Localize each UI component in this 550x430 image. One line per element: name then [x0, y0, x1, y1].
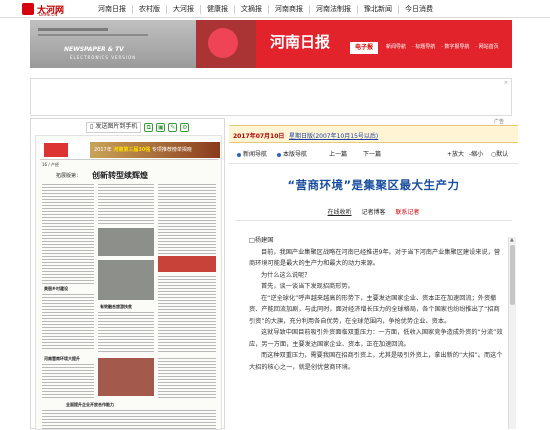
- paper-caption-3: 河南营商环境大提升: [44, 356, 80, 361]
- scrollbar-thumb[interactable]: [510, 245, 515, 305]
- paper-header-ad: 2017年 河南第三届30强 专项推荐榜单揭晓: [90, 142, 220, 158]
- nav-link-health[interactable]: 健康报: [200, 4, 234, 14]
- nav-link-rural[interactable]: 农村版: [132, 4, 166, 14]
- paper-caption-2: 有效融合旅游扶贫: [100, 304, 132, 309]
- site-logo[interactable]: 大河网 DAHE.CN: [22, 2, 64, 17]
- banner-emblem: [196, 20, 256, 68]
- news-nav-link[interactable]: 新闻导航: [237, 149, 267, 158]
- send-to-phone-button[interactable]: ▯ 发送图片到手机: [86, 121, 142, 133]
- top-nav-bar: 大河网 DAHE.CN 河南日报 农村版 大河报 健康报 文摘报 河南商报 河南…: [0, 0, 550, 18]
- settings-icon[interactable]: ⚙: [180, 122, 190, 132]
- banner-graphic: [30, 20, 196, 68]
- paper-header: 2017年 河南第三届30强 专项推荐榜单揭晓: [40, 140, 220, 160]
- bullet-icon: [237, 152, 241, 157]
- article-paragraph: 这就导致中国目前吸引外资面临双重压力：一方面，低收入国家竞争造成外资的“分流”效…: [249, 329, 503, 348]
- save-icon[interactable]: ▣: [156, 122, 166, 132]
- bullet-icon: [277, 152, 281, 157]
- article-tools: 在线收听 记者博客 联系记者: [229, 207, 518, 216]
- article-controls: 新闻导航 本版导航 上一篇 下一篇 +放大 -缩小 ○默认: [229, 149, 518, 161]
- paper-flag: [44, 143, 68, 157]
- article-paragraph: 在“逆全球化”呼声越来越高的形势下，主要发达国家企业、资本正在加速回流；外资撤资…: [249, 294, 500, 325]
- article-scrollbar[interactable]: ▲: [508, 237, 516, 429]
- zoom-out-button[interactable]: -缩小: [469, 149, 483, 158]
- logo-subtext: DAHE.CN: [39, 12, 58, 17]
- nav-link-henan-daily[interactable]: 河南日报: [92, 5, 132, 14]
- contact-reporter-link[interactable]: 联系记者: [395, 209, 419, 216]
- page-toolbar: ▯ 发送图片到手机 ⧉ ▣ ✎ ⚙: [86, 121, 190, 133]
- article-paragraph: 首先，谈一谈当下发现招商形势。: [261, 283, 354, 290]
- newspaper-banner: NEWSPAPER & TV ELECTRONICS VERSION 河南日报 …: [30, 20, 512, 68]
- divider: [235, 220, 512, 221]
- article-title: “营商环境”是集聚区最大生产力: [287, 178, 460, 192]
- article-panel: 2017年07月10日 星期日版(2007年10月15号以后) 新闻导航 本版导…: [229, 125, 518, 429]
- listen-online-link[interactable]: 在线收听: [328, 209, 352, 216]
- issue-date: 2017年07月10日: [233, 133, 285, 140]
- next-article-link[interactable]: 下一篇: [363, 149, 381, 158]
- paper-page-meta: 16 / 产经: [42, 162, 59, 167]
- banner-en-title: NEWSPAPER & TV: [64, 46, 124, 53]
- prev-article-link[interactable]: 上一篇: [329, 149, 347, 158]
- site-nav-links: 河南日报 农村版 大河报 健康报 文摘报 河南商报 河南法制报 豫北新闻 今日消…: [92, 0, 439, 18]
- reporter-blog-link[interactable]: 记者博客: [361, 209, 385, 216]
- ad-box[interactable]: ×: [30, 78, 512, 116]
- banner-en-subtitle: ELECTRONICS VERSION: [70, 55, 137, 60]
- default-size-button[interactable]: ○默认: [491, 149, 508, 158]
- nav-link-consume[interactable]: 今日消费: [398, 4, 439, 14]
- scroll-up-icon[interactable]: ▲: [510, 237, 514, 243]
- newspaper-page-panel: ▯ 发送图片到手机 ⧉ ▣ ✎ ⚙ 2017年 河南第三届30强 专项推荐榜单揭…: [30, 118, 225, 430]
- banner-links: 新闻导航 · 标题导航 · 数字报导航 · 网站首页: [386, 43, 499, 50]
- logo-icon: [22, 3, 34, 15]
- article-body: □杨建国 目前，我国产业集聚区战略在河南已经推进9年。对于当下河南产业集聚区建设…: [249, 235, 505, 429]
- divider: [229, 163, 518, 164]
- banner-link-digital-nav[interactable]: · 数字报导航: [441, 43, 469, 50]
- banner-tag: 电子报: [350, 42, 378, 54]
- article-byline: □杨建国: [249, 237, 274, 244]
- banner-link-title-nav[interactable]: · 标题导航: [412, 43, 435, 50]
- zoom-in-button[interactable]: +放大: [447, 149, 464, 158]
- banner-link-news-nav[interactable]: 新闻导航: [386, 43, 406, 50]
- paper-caption-1: 美丽乡村建设: [44, 286, 68, 291]
- paper-caption-4: 全面提升企业开放合作能力: [66, 402, 114, 407]
- copy-icon[interactable]: ⧉: [144, 122, 154, 132]
- newspaper-page-image[interactable]: 2017年 河南第三届30强 专项推荐榜单揭晓 16 / 产经 拓展版第： 创新…: [35, 135, 222, 430]
- nav-link-dahe[interactable]: 大河报: [166, 4, 200, 14]
- banner-link-home[interactable]: · 网站首页: [475, 43, 498, 50]
- date-bar: 2017年07月10日 星期日版(2007年10月15号以后): [229, 125, 518, 143]
- nav-link-digest[interactable]: 文摘报: [234, 4, 268, 14]
- edit-icon[interactable]: ✎: [168, 122, 178, 132]
- nav-link-yubei[interactable]: 豫北新闻: [357, 4, 398, 14]
- paper-subhead: 拓展版第：: [56, 173, 82, 179]
- page-nav-link[interactable]: 本版导航: [277, 149, 307, 158]
- nav-link-business[interactable]: 河南商报: [268, 4, 309, 14]
- close-icon[interactable]: ×: [504, 80, 508, 86]
- phone-icon: ▯: [90, 123, 94, 130]
- banner-title: 河南日报: [270, 33, 331, 51]
- article-paragraph: 目前，我国产业集聚区战略在河南已经推进9年。对于当下河南产业集聚区建设来说，营商…: [249, 248, 501, 268]
- ad-label: 广告: [494, 119, 505, 125]
- paper-headline: 创新转型续辉煌: [92, 171, 148, 180]
- send-to-phone-label: 发送图片到手机: [95, 123, 138, 130]
- archive-link[interactable]: 星期日版(2007年10月15号以后): [289, 131, 378, 140]
- article-paragraph: 而这种双重压力，需要我国在招商引资上，尤其是吸引外资上，拿出新的“大招”。而这个…: [249, 352, 503, 371]
- article-paragraph: 为什么这么说呢？: [261, 271, 311, 279]
- nav-link-legal[interactable]: 河南法制报: [309, 4, 357, 14]
